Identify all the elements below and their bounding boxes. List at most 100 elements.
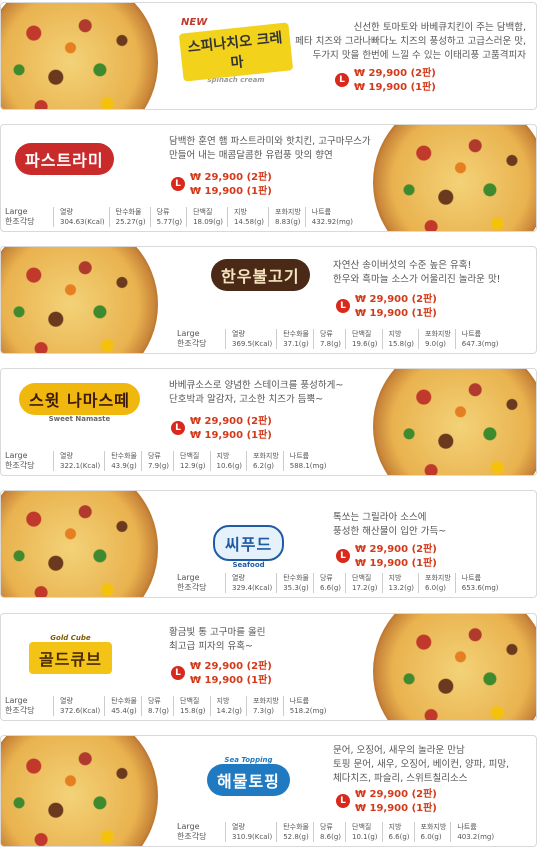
nutrition-info: Large 한조각당 열량 탄수화물 당류 단백질 지방 포화지방 나트륨 329.4(Kca…	[177, 573, 536, 593]
desc-line: 두가지 맛을 한번에 느낄 수 있는 이태리풍 고품격피자	[312, 50, 526, 61]
logo-text: 씨푸드	[213, 525, 285, 561]
price-one: ₩ 19,900 (1판)	[190, 675, 272, 686]
size-label: Large 한조각당	[5, 451, 35, 470]
description: 문어, 오징어, 새우의 놀라운 만남 토핑 문어, 새우, 오징어, 베이컨,…	[333, 744, 509, 786]
desc-line: 담백한 훈연 햄 파스트라미와 핫치킨, 고구마무스가	[169, 136, 371, 147]
size-badge: L	[171, 421, 185, 435]
nutrition-table: 열량 탄수화물 당류 단백질 지방 포화지방 나트륨 329.4(Kcal) 35.3(g) 6…	[224, 573, 503, 593]
price-block: L ₩ 29,900 (2판) ₩ 19,900 (1판)	[336, 293, 437, 321]
pizza-image	[1, 491, 158, 597]
size-badge: L	[171, 177, 185, 191]
price-block: L ₩ 29,900 (2판) ₩ 19,900 (1판)	[336, 543, 437, 571]
price-block: L ₩ 29,900 (2판) ₩ 19,900 (1판)	[335, 67, 436, 95]
desc-line: 황금빛 통 고구마를 올린	[169, 627, 266, 638]
nutrition-info: Large 한조각당 열량 탄수화물 당류 단백질 지방 포화지방 나트륨 372.6(Kca…	[5, 696, 365, 716]
pizza-card-seafood: 씨푸드 Seafood 톡쏘는 그릴라아 소스에 풍성한 해산물이 입안 가득~…	[0, 490, 537, 598]
desc-line: 토핑 문어, 새우, 오징어, 베이컨, 양파, 피망,	[333, 759, 510, 770]
pizza-logo: Gold Cube 골드큐브	[29, 634, 112, 674]
nutrition-info: Large 한조각당 열량 탄수화물 당류 단백질 지방 포화지방 나트륨 310.9(Kca…	[177, 822, 536, 842]
pizza-logo: 파스트라미	[15, 143, 114, 175]
price-one: ₩ 19,900 (1판)	[355, 558, 437, 569]
description: 톡쏘는 그릴라아 소스에 풍성한 해산물이 입안 가득~	[333, 511, 446, 539]
nutrition-table: 열량 탄수화물 당류 단백질 지방 포화지방 나트륨 369.5(Kcal) 37.1(g) 7…	[224, 329, 503, 349]
nutrition-info: Large 한조각당 열량 탄수화물 당류 단백질 지방 포화지방 나트륨 304.63(Kc…	[5, 207, 365, 227]
pizza-card-namaste: 스윗 나마스떼 Sweet Namaste 바베큐소스로 양념한 스테이크를 풍…	[0, 368, 537, 476]
desc-line: 최고급 피자의 유혹~	[169, 641, 253, 652]
price-one: ₩ 19,900 (1판)	[355, 308, 437, 319]
size-label: Large 한조각당	[177, 573, 207, 592]
description: 황금빛 통 고구마를 올린 최고급 피자의 유혹~	[169, 626, 265, 654]
pizza-card-hanwoo: 한우불고기 자연산 송이버섯의 수준 높은 유혹! 한우와 흑마늘 소스가 어울…	[0, 246, 537, 354]
pizza-logo: 한우불고기	[211, 259, 310, 291]
price-block: L ₩ 29,900 (2판) ₩ 19,900 (1판)	[171, 660, 272, 688]
size-badge: L	[336, 794, 350, 808]
logo-text: 스피나치오 크레마	[178, 22, 294, 82]
pizza-card-seatopping: Sea Topping 해물토핑 문어, 오징어, 새우의 놀라운 만남 토핑 …	[0, 735, 537, 847]
desc-line: 자연산 송이버섯의 수준 높은 유혹!	[333, 260, 472, 271]
price-block: L ₩ 29,900 (2판) ₩ 19,900 (1판)	[171, 415, 272, 443]
pizza-image	[373, 125, 536, 231]
logo-sub: Gold Cube	[50, 634, 91, 642]
size-label: Large 한조각당	[5, 696, 35, 715]
desc-line: 풍성한 해산물이 입안 가득~	[333, 526, 447, 537]
pizza-logo: Sea Topping 해물토핑	[207, 756, 290, 796]
price-two: ₩ 29,900 (2판)	[355, 294, 437, 305]
size-badge: L	[336, 299, 350, 313]
desc-line: 한우와 흑마늘 소스가 어울리진 놀라운 맛!	[333, 274, 501, 285]
desc-line: 문어, 오징어, 새우의 놀라운 만남	[333, 745, 465, 756]
price-one: ₩ 19,900 (1판)	[355, 803, 437, 814]
desc-line: 체다치즈, 파슬리, 스위트칠리소스	[333, 773, 468, 784]
nutrition-table: 열량 탄수화물 당류 단백질 지방 포화지방 나트륨 372.6(Kcal) 45.4(g) 8…	[52, 696, 331, 716]
pizza-card-spinachio: NEW 스피나치오 크레마 spinach cream 신선한 토마토와 바베큐…	[0, 2, 537, 110]
price-two: ₩ 29,900 (2판)	[355, 789, 437, 800]
size-label: Large 한조각당	[177, 822, 207, 841]
desc-line: 바베큐소스로 양념한 스테이크를 풍성하게~	[169, 380, 344, 391]
nutrition-table: 열량 탄수화물 당류 단백질 지방 포화지방 나트륨 322.1(Kcal) 43.9(g) 7…	[52, 451, 331, 471]
pizza-image	[373, 614, 536, 720]
description: 신선한 토마토와 바베큐치킨이 주는 담백함, 페타 치즈와 그라나빠다노 치즈…	[295, 21, 526, 63]
description: 담백한 훈연 햄 파스트라미와 핫치킨, 고구마무스가 만들어 내는 매콤달콤한…	[169, 135, 371, 163]
price-two: ₩ 29,900 (2판)	[354, 68, 436, 79]
desc-line: 만들어 내는 매콤달콤한 유럽풍 맛의 향연	[169, 150, 333, 161]
logo-text: 골드큐브	[29, 642, 112, 674]
price-block: L ₩ 29,900 (2판) ₩ 19,900 (1판)	[336, 788, 437, 816]
price-two: ₩ 29,900 (2판)	[190, 416, 272, 427]
pizza-image	[1, 3, 158, 109]
pizza-logo: 씨푸드 Seafood	[213, 525, 285, 569]
pizza-logo: 스윗 나마스떼 Sweet Namaste	[19, 383, 140, 423]
logo-text: 파스트라미	[15, 143, 114, 175]
logo-text: 스윗 나마스떼	[19, 383, 140, 415]
price-one: ₩ 19,900 (1판)	[190, 430, 272, 441]
pizza-image	[1, 247, 158, 353]
pizza-card-goldcube: Gold Cube 골드큐브 황금빛 통 고구마를 올린 최고급 피자의 유혹~…	[0, 613, 537, 721]
logo-text: 한우불고기	[211, 259, 310, 291]
description: 자연산 송이버섯의 수준 높은 유혹! 한우와 흑마늘 소스가 어울리진 놀라운…	[333, 259, 501, 287]
price-two: ₩ 29,900 (2판)	[190, 661, 272, 672]
logo-sub: Seafood	[232, 561, 265, 569]
desc-line: 톡쏘는 그릴라아 소스에	[333, 512, 427, 523]
description: 바베큐소스로 양념한 스테이크를 풍성하게~ 단호박과 알감자, 고소한 치즈가…	[169, 379, 343, 407]
price-two: ₩ 29,900 (2판)	[190, 172, 272, 183]
size-badge: L	[336, 549, 350, 563]
nutrition-info: Large 한조각당 열량 탄수화물 당류 단백질 지방 포화지방 나트륨 322.1(Kca…	[5, 451, 365, 471]
nutrition-info: Large 한조각당 열량 탄수화물 당류 단백질 지방 포화지방 나트륨 369.5(Kca…	[177, 329, 536, 349]
nutrition-table: 열량 탄수화물 당류 단백질 지방 포화지방 나트륨 304.63(Kcal) 25.27(g…	[53, 207, 357, 227]
size-label: Large 한조각당	[5, 207, 35, 226]
size-label: Large 한조각당	[177, 329, 207, 348]
desc-line: 단호박과 알감자, 고소한 치즈가 듬뿍~	[169, 394, 324, 405]
price-one: ₩ 19,900 (1판)	[354, 82, 436, 93]
price-block: L ₩ 29,900 (2판) ₩ 19,900 (1판)	[171, 171, 272, 199]
pizza-image	[1, 736, 158, 846]
desc-line: 신선한 토마토와 바베큐치킨이 주는 담백함,	[353, 22, 526, 33]
pizza-image	[373, 369, 536, 475]
logo-sub: Sea Topping	[224, 756, 273, 764]
logo-sub: Sweet Namaste	[48, 415, 111, 423]
desc-line: 페타 치즈와 그라나빠다노 치즈의 풍성하고 고급스러운 맛,	[295, 36, 526, 47]
size-badge: L	[335, 73, 349, 87]
pizza-card-pastrami: 파스트라미 담백한 훈연 햄 파스트라미와 핫치킨, 고구마무스가 만들어 내는…	[0, 124, 537, 232]
size-badge: L	[171, 666, 185, 680]
pizza-logo: NEW 스피나치오 크레마 spinach cream	[178, 17, 294, 84]
nutrition-table: 열량 탄수화물 당류 단백질 지방 포화지방 나트륨 310.9(Kcal) 52.8(g) 8…	[224, 822, 499, 842]
price-one: ₩ 19,900 (1판)	[190, 186, 272, 197]
price-two: ₩ 29,900 (2판)	[355, 544, 437, 555]
